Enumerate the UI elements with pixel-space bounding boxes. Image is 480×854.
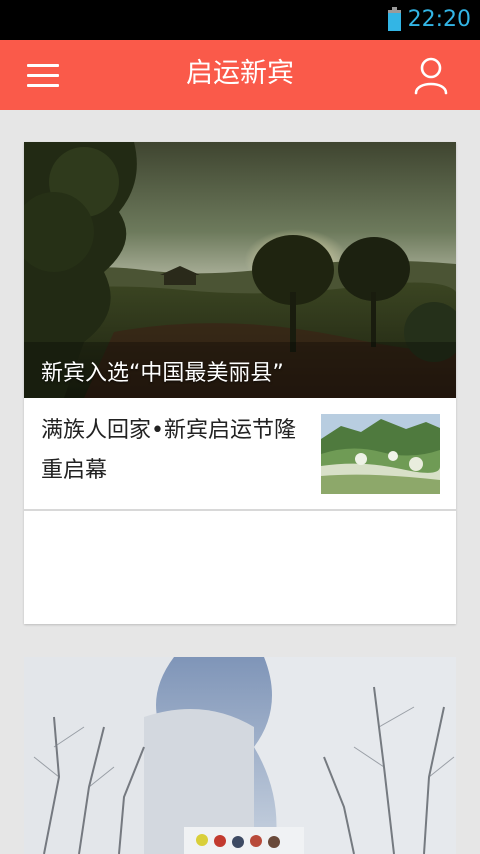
featured-caption: 新宾入选“中国最美丽县” <box>41 361 284 386</box>
card-blank-area <box>24 511 456 624</box>
status-bar: 22:20 <box>0 0 480 40</box>
featured-news[interactable]: 新宾入选“中国最美丽县” <box>24 142 456 398</box>
app-bar: 启运新宾 <box>0 40 480 110</box>
news-title: 满族人回家•新宾启运节隆重启幕 <box>41 418 296 483</box>
news-card: 新宾入选“中国最美丽县” 满族人回家•新宾启运节隆重启幕 <box>24 142 456 624</box>
menu-icon[interactable] <box>25 60 63 90</box>
list-item[interactable]: 满族人回家•新宾启运节隆重启幕 <box>24 398 456 510</box>
page-title: 启运新宾 <box>186 58 294 89</box>
news-card-snow[interactable] <box>24 657 456 854</box>
user-icon[interactable] <box>411 55 451 95</box>
snow-forest-photo <box>24 657 456 854</box>
status-time: 22:20 <box>407 7 471 32</box>
battery-icon <box>388 7 401 31</box>
news-thumbnail <box>321 414 440 494</box>
